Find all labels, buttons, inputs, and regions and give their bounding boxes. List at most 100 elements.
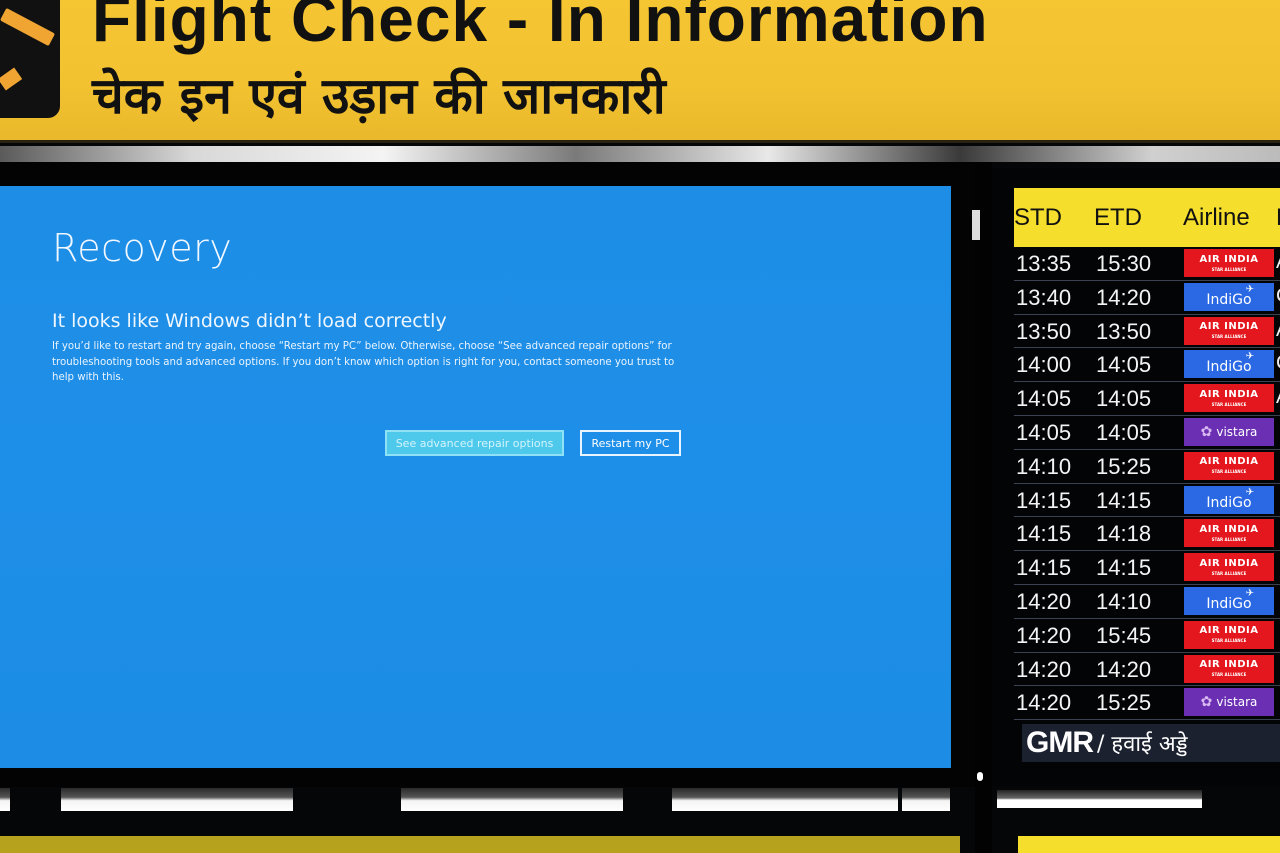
indigo-plane-icon: ✈ xyxy=(1245,283,1254,295)
etd-time: 14:15 xyxy=(1096,487,1152,513)
airline-name: AIR INDIA xyxy=(1199,456,1259,468)
flight-row: 13:3515:30AIR INDIASTAR ALLIANCEA xyxy=(1014,247,1280,281)
flight-row: 14:15 14:18 AIR INDIA STAR ALLIANCE xyxy=(1014,517,1280,552)
indigo-plane-icon: ✈ xyxy=(1245,351,1254,363)
header-etd: ETD xyxy=(1094,203,1142,231)
airline-name: AIR INDIA xyxy=(1199,388,1259,400)
bezel-light xyxy=(61,788,293,811)
std-time: 14:00 xyxy=(1016,352,1072,378)
vistara-flower-icon: ✿ xyxy=(1200,423,1213,440)
etd-time: 15:45 xyxy=(1096,622,1152,648)
header-std: STD xyxy=(1014,203,1062,231)
std-time: 14:05 xyxy=(1016,419,1072,445)
etd-time: 14:20 xyxy=(1096,656,1152,682)
airindia-logo: AIR INDIA STAR ALLIANCE xyxy=(1184,553,1274,582)
vistara-flower-icon: ✿ xyxy=(1200,694,1213,711)
indigo-logo: ✈ IndiGo xyxy=(1184,350,1274,379)
header-airline: Airline xyxy=(1183,203,1250,231)
bezel-light xyxy=(997,790,1202,808)
flight-row: 13:50 13:50 AIR INDIASTAR ALLIANCEA xyxy=(1014,315,1280,349)
etd-time: 14:05 xyxy=(1096,419,1152,445)
airindia-logo: AIR INDIA STAR ALLIANCE xyxy=(1184,249,1274,277)
std-time: 14:05 xyxy=(1016,386,1072,412)
flight-number-partial: A xyxy=(1276,319,1280,342)
star-alliance-text: STAR ALLIANCE xyxy=(1211,570,1247,576)
restart-my-pc-button[interactable]: Restart my PC xyxy=(580,430,681,456)
flight-row: 14:20 15:45 AIR INDIA STAR ALLIANCE xyxy=(1014,619,1280,653)
std-time: 14:15 xyxy=(1016,487,1072,513)
airline-name: AIR INDIA xyxy=(1199,253,1259,265)
power-led xyxy=(977,772,983,781)
std-time: 13:35 xyxy=(1016,251,1072,276)
etd-time: 13:50 xyxy=(1096,318,1152,344)
bezel-light xyxy=(401,788,623,811)
std-time: 14:20 xyxy=(1016,622,1072,648)
etd-time: 14:18 xyxy=(1096,521,1152,547)
sign-title-english: Flight Check - In Information xyxy=(92,0,989,55)
sign-title-hindi: चेक इन एवं उड़ान की जानकारी xyxy=(92,67,666,125)
indigo-logo: ✈ IndiGo xyxy=(1184,282,1274,311)
recovery-monitor: Recovery It looks like Windows didn’t lo… xyxy=(0,162,975,811)
std-time: 14:20 xyxy=(1016,690,1072,716)
see-advanced-repair-options-button[interactable]: See advanced repair options xyxy=(385,430,564,456)
airindia-logo: AIR INDIA STAR ALLIANCE xyxy=(1184,451,1274,480)
airindia-logo: AIR INDIA STAR ALLIANCE xyxy=(1184,654,1274,683)
airline-name: vistara xyxy=(1216,424,1258,439)
flight-rows: 13:3515:30AIR INDIASTAR ALLIANCEA13:4014… xyxy=(1014,247,1280,721)
star-alliance-text: STAR ALLIANCE xyxy=(1211,334,1247,340)
star-alliance-text: STAR ALLIANCE xyxy=(1211,672,1247,678)
etd-time: 14:05 xyxy=(1096,352,1152,378)
airline-name: AIR INDIA xyxy=(1199,557,1259,569)
airindia-logo: AIR INDIA STAR ALLIANCE xyxy=(1184,620,1274,649)
etd-time: 14:05 xyxy=(1096,386,1152,412)
bracket xyxy=(972,210,980,240)
std-time: 13:40 xyxy=(1016,284,1072,310)
gmr-hindi-text: / हवाई अड्डे xyxy=(1097,732,1188,757)
etd-time: 14:20 xyxy=(1096,284,1152,310)
indigo-plane-icon: ✈ xyxy=(1245,486,1254,498)
flight-number-partial: A xyxy=(1276,386,1280,409)
gmr-logo: GMR xyxy=(1026,726,1094,759)
indigo-plane-icon: ✈ xyxy=(1245,587,1254,599)
gmr-footer: GMR / हवाई अड्डे xyxy=(1022,724,1280,762)
flight-number-partial: C xyxy=(1276,285,1280,308)
bezel-light xyxy=(0,788,10,811)
airindia-logo: AIR INDIA STAR ALLIANCE xyxy=(1184,519,1274,548)
airline-name: AIR INDIA xyxy=(1199,659,1259,671)
star-alliance-text: STAR ALLIANCE xyxy=(1211,536,1247,542)
flight-row: 14:15 14:15 AIR INDIA STAR ALLIANCE xyxy=(1014,551,1280,585)
flight-row: 14:10 15:25 AIR INDIA STAR ALLIANCE xyxy=(1014,450,1280,484)
indigo-logo: ✈ IndiGo xyxy=(1184,485,1274,514)
std-time: 14:10 xyxy=(1016,453,1072,479)
recovery-subtitle: It looks like Windows didn’t load correc… xyxy=(52,310,447,332)
star-alliance-text: STAR ALLIANCE xyxy=(1211,401,1247,407)
bezel-light xyxy=(902,788,950,811)
header-flight: F xyxy=(1276,204,1280,232)
std-time: 13:50 xyxy=(1016,318,1072,344)
monitor-divider xyxy=(975,162,992,853)
etd-time: 14:15 xyxy=(1096,555,1152,581)
bezel-light xyxy=(672,788,898,811)
indigo-logo: ✈ IndiGo xyxy=(1184,586,1274,615)
lower-board-header xyxy=(1018,836,1280,853)
star-alliance-text: STAR ALLIANCE xyxy=(1211,469,1247,475)
etd-time: 15:25 xyxy=(1096,690,1152,716)
flight-number-partial: C xyxy=(1276,352,1280,375)
flight-board: STD ETD Airline F 13:3515:30AIR INDIASTA… xyxy=(992,168,1280,808)
airindia-logo: AIR INDIA STAR ALLIANCE xyxy=(1184,384,1274,413)
recovery-title: Recovery xyxy=(52,226,233,270)
board-header: STD ETD Airline F xyxy=(1014,188,1280,247)
etd-time: 15:30 xyxy=(1096,251,1152,276)
airline-name: AIR INDIA xyxy=(1199,523,1259,535)
vistara-logo: ✿ vistara xyxy=(1184,417,1274,446)
star-alliance-text: STAR ALLIANCE xyxy=(1211,638,1247,644)
etd-time: 15:25 xyxy=(1096,453,1152,479)
airplane-icon xyxy=(0,0,60,118)
recovery-body: If you’d like to restart and try again, … xyxy=(52,341,675,383)
flight-row: 14:00 14:05 ✈IndiGoC xyxy=(1014,348,1280,383)
airindia-logo: AIR INDIA STAR ALLIANCE xyxy=(1184,316,1274,345)
std-time: 14:20 xyxy=(1016,656,1072,682)
flight-row: 14:20 14:20 AIR INDIA STAR ALLIANCE xyxy=(1014,653,1280,687)
flight-row: 14:20 15:25 ✿ vistara xyxy=(1014,686,1280,721)
std-time: 14:20 xyxy=(1016,588,1072,614)
